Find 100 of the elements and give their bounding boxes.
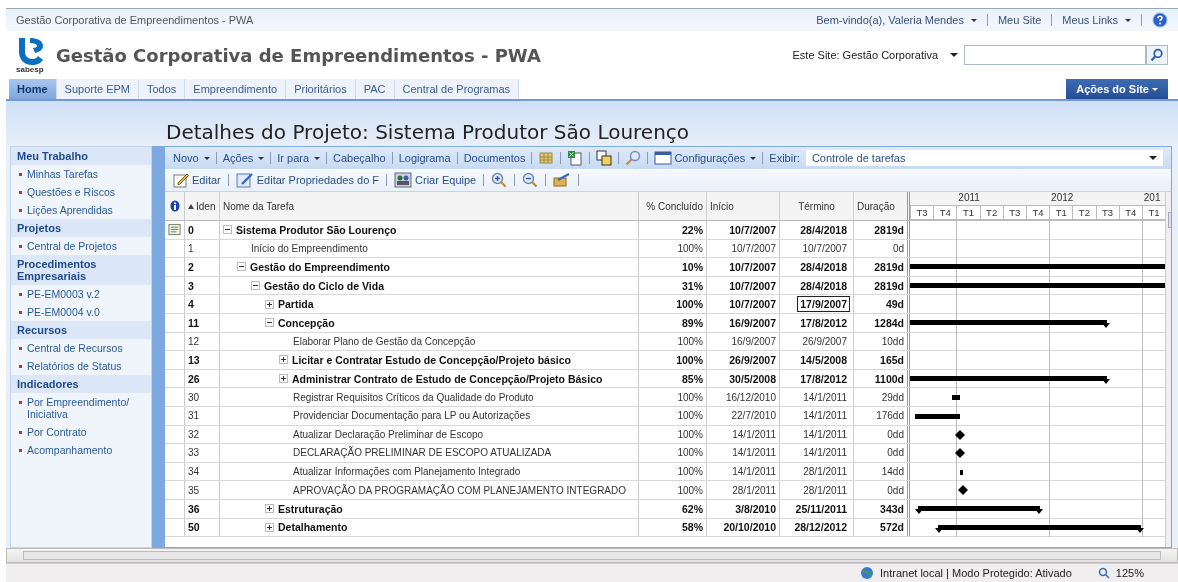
task-name: Estruturação <box>278 502 343 515</box>
scroll-to-task-icon[interactable] <box>553 172 572 188</box>
table-cell: 0dd <box>854 444 910 462</box>
toolbar-menu[interactable]: Novo <box>173 152 210 164</box>
year-label: 2011 <box>957 192 980 203</box>
site-actions-button[interactable]: Ações do Site <box>1066 79 1168 99</box>
expand-icon[interactable] <box>265 522 274 532</box>
site-name: Gestão Corporativa de Empreendimentos - PWA <box>16 14 255 26</box>
milestone-icon <box>954 448 965 459</box>
task-name: Licitar e Contratar Estudo de Concepção/Projeto básico <box>292 353 571 366</box>
sidebar-link[interactable]: Minhas Tarefas <box>27 168 98 180</box>
sidebar-heading[interactable]: Indicadores <box>11 375 151 393</box>
nav-tab[interactable]: PAC <box>355 79 395 99</box>
sidebar-link[interactable]: Questões e Riscos <box>27 186 116 198</box>
table-cell: 572d <box>854 518 910 537</box>
table-cell: 10% <box>639 258 707 276</box>
nav-tab[interactable]: Prioritários <box>286 79 356 99</box>
sidebar-link[interactable]: Por Contrato <box>27 426 87 438</box>
toolbar-menu[interactable]: Documentos <box>463 152 526 164</box>
nav-tab[interactable]: Todos <box>139 79 186 99</box>
column-header[interactable]: Início <box>707 192 780 220</box>
team-icon[interactable] <box>394 172 413 188</box>
sidebar-link[interactable]: Central de Projetos <box>27 240 117 252</box>
task-name: DECLARAÇÃO PRELIMINAR DE ESCOPO ATUALIZADA <box>293 447 552 459</box>
expand-icon[interactable] <box>279 355 288 365</box>
table-cell: 28/1/2011 <box>707 481 780 499</box>
nav-tab[interactable]: Home <box>9 79 57 99</box>
vertical-scrollbar[interactable] <box>1165 192 1171 547</box>
table-cell-text: 14/1/2011 <box>802 427 848 442</box>
quarter-label: T4 <box>1025 205 1050 220</box>
nav-tab[interactable]: Suporte EPM <box>56 79 139 99</box>
expand-icon[interactable] <box>279 374 288 384</box>
expand-icon[interactable] <box>265 504 274 514</box>
zoom-level[interactable]: 125% <box>1115 567 1144 579</box>
caret-icon <box>750 156 757 160</box>
search-field[interactable] <box>964 45 1146 65</box>
edit-icon[interactable] <box>173 172 189 188</box>
collapse-icon[interactable] <box>223 225 232 235</box>
logo-text: sabesp <box>16 64 44 74</box>
sidebar-heading[interactable]: Recursos <box>11 321 151 339</box>
table-cell-text: 14/1/2011 <box>802 446 848 461</box>
copy-icon[interactable] <box>596 150 613 166</box>
expand-icon[interactable] <box>265 299 274 309</box>
table-cell: 10/7/2007 <box>707 258 780 276</box>
collapse-icon[interactable] <box>251 281 260 291</box>
table-cell: 10dd <box>854 332 910 351</box>
table-cell: 85% <box>639 369 707 388</box>
table-cell: 31 <box>185 406 220 425</box>
collapse-icon[interactable] <box>265 318 274 328</box>
settings-menu[interactable]: Configurações <box>654 151 757 165</box>
help-icon[interactable] <box>1152 12 1168 28</box>
collapse-icon[interactable] <box>237 262 246 272</box>
document-icon[interactable] <box>168 223 181 237</box>
sidebar-heading[interactable]: Procedimentos Empresariais <box>11 255 151 285</box>
sidebar-heading[interactable]: Projetos <box>11 219 151 237</box>
export-icon[interactable] <box>567 150 584 166</box>
column-header[interactable]: % Concluído <box>639 192 707 220</box>
sidebar-link[interactable]: Relatórios de Status <box>27 360 122 372</box>
task-name: Providenciar Documentação para LP ou Autorizações <box>293 410 531 422</box>
bullet-icon <box>19 365 22 368</box>
nav-tab[interactable]: Empreendimento <box>185 79 287 99</box>
caret-icon <box>950 53 958 57</box>
column-header[interactable]: Nome da Tarefa <box>220 192 639 220</box>
site-title: Gestão Corporativa de Empreendimentos - PWA <box>56 44 542 66</box>
toolbar-menu[interactable]: Logigrama <box>398 152 451 164</box>
column-header[interactable]: Término <box>780 192 854 220</box>
toolbar-menu[interactable]: Ações <box>222 152 265 164</box>
sidebar-link[interactable]: PE-EM0003 v.2 <box>27 288 100 300</box>
sidebar-link[interactable]: Lições Aprendidas <box>27 204 113 216</box>
logo-icon <box>16 36 46 65</box>
table-cell: 14dd <box>854 462 910 481</box>
sidebar-link[interactable]: Acompanhamento <box>27 444 113 456</box>
view-dropdown[interactable]: Controle de tarefas <box>805 150 1163 166</box>
edit-properties-icon[interactable] <box>235 172 254 188</box>
create-team-button[interactable]: Criar Equipe <box>415 174 477 186</box>
table-cell: 35 <box>185 481 220 499</box>
bullet-icon <box>19 431 22 434</box>
sidebar-link[interactable]: Por Empreendimento/ Iniciativa <box>27 396 145 420</box>
horizontal-scrollbar[interactable] <box>6 548 1178 563</box>
user-link[interactable]: Meus Links <box>1062 14 1131 26</box>
sidebar-heading[interactable]: Meu Trabalho <box>11 147 151 165</box>
edit-properties-button[interactable]: Editar Propriedades do F <box>256 174 380 186</box>
task-name: Registrar Requisitos Críticos da Qualidade do Produto <box>293 391 534 403</box>
edit-button[interactable]: Editar <box>192 174 221 186</box>
sidebar-link[interactable]: Central de Recursos <box>27 342 123 354</box>
column-header[interactable]: Iden <box>196 200 216 212</box>
toolbar-menu[interactable]: Cabeçalho <box>333 152 386 164</box>
zoom-in-icon[interactable] <box>491 172 508 188</box>
task-name: Detalhamento <box>278 521 348 534</box>
toolbar-menu[interactable]: Ir para <box>277 152 321 164</box>
sidebar-link[interactable]: PE-EM0004 v.0 <box>27 306 100 318</box>
zoom-icon[interactable] <box>1097 567 1110 579</box>
nav-tab[interactable]: Central de Programas <box>394 79 520 99</box>
zoom-out-icon[interactable] <box>522 172 539 188</box>
table-cell: 14/1/2011 <box>707 462 780 481</box>
search-icon <box>1150 48 1164 62</box>
user-link[interactable]: Bem-vindo(a), Valeria Mendes <box>816 14 977 26</box>
search-button[interactable] <box>1146 45 1168 65</box>
user-link[interactable]: Meu Site <box>997 14 1042 26</box>
search-icon[interactable] <box>625 150 642 166</box>
